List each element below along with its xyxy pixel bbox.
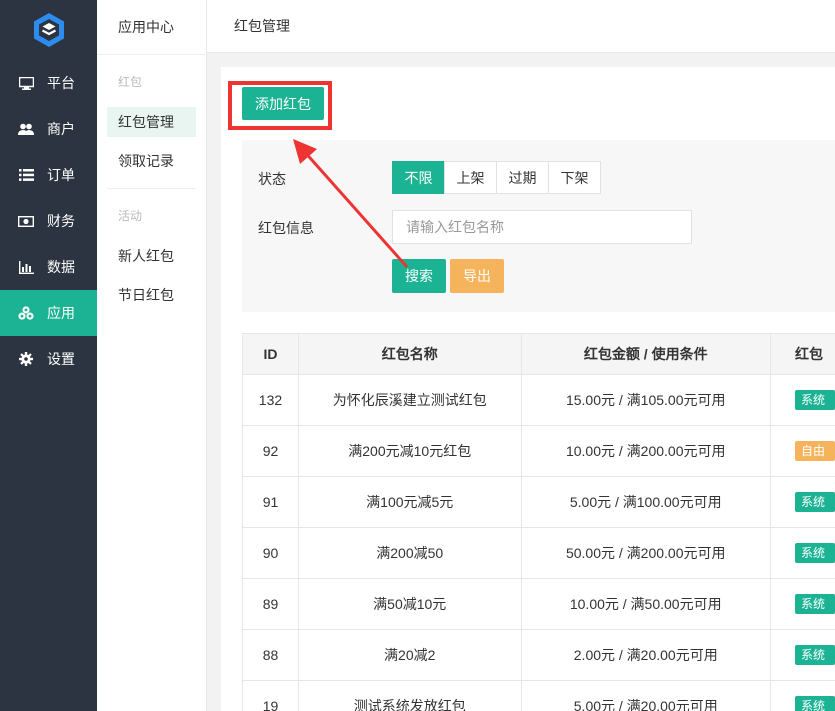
cell-type: 系统 <box>769 476 835 528</box>
annotation-highlight-box <box>228 81 332 130</box>
submenu-title: 应用中心 <box>97 0 206 55</box>
export-button[interactable]: 导出 <box>450 259 504 293</box>
submenu-item-claim-records[interactable]: 领取记录 <box>107 146 196 176</box>
cell-type: 系统 <box>769 680 835 711</box>
cell-amount: 10.00元 / 满50.00元可用 <box>520 578 771 630</box>
sidebar-item-settings[interactable]: 设置 <box>0 336 97 382</box>
header-type: 红包 <box>769 333 835 375</box>
submenu-group-redpacket: 红包 <box>118 74 143 89</box>
sidebar-item-data[interactable]: 数据 <box>0 244 97 290</box>
cell-name: 满200减50 <box>297 527 522 579</box>
cell-amount: 5.00元 / 满20.00元可用 <box>520 680 771 711</box>
monitor-icon <box>18 75 34 91</box>
header-amount: 红包金额 / 使用条件 <box>520 333 771 375</box>
submenu-item-newcomer-redpacket[interactable]: 新人红包 <box>107 241 196 271</box>
type-badge: 系统 <box>794 543 835 563</box>
status-option-on-shelf[interactable]: 上架 <box>444 161 497 194</box>
page-title: 红包管理 <box>234 18 290 34</box>
sidebar-item-label: 订单 <box>47 167 75 183</box>
cell-id: 89 <box>242 578 299 630</box>
cell-id: 88 <box>242 629 299 681</box>
table-row: 90 满200减50 50.00元 / 满200.00元可用 系统 <box>242 527 835 579</box>
cell-type: 系统 <box>769 629 835 681</box>
status-segmented-control: 不限 上架 过期 下架 <box>392 161 601 194</box>
sidebar-item-apps[interactable]: 应用 <box>0 290 97 336</box>
cell-type: 系统 <box>769 578 835 630</box>
table-row: 19 测试系统发放红包 5.00元 / 满20.00元可用系统 <box>242 680 835 711</box>
sidebar-item-label: 应用 <box>47 305 75 321</box>
sidebar-item-label: 设置 <box>47 351 75 367</box>
cell-id: 132 <box>242 374 299 426</box>
cell-type: 自由 <box>769 425 835 477</box>
users-icon <box>18 121 34 137</box>
status-label: 状态 <box>258 171 286 187</box>
table-row: 91 满100元减5元 5.00元 / 满100.00元可用 系统 <box>242 476 835 528</box>
table-row: 89 满50减10元 10.00元 / 满50.00元可用 系统 <box>242 578 835 630</box>
cell-id: 92 <box>242 425 299 477</box>
cell-amount: 10.00元 / 满200.00元可用 <box>520 425 771 477</box>
cell-name: 满20减2 <box>297 629 522 681</box>
header-name: 红包名称 <box>297 333 522 375</box>
search-button[interactable]: 搜索 <box>392 259 446 293</box>
cell-id: 91 <box>242 476 299 528</box>
sidebar-item-label: 财务 <box>47 213 75 229</box>
submenu-item-holiday-redpacket[interactable]: 节日红包 <box>107 280 196 310</box>
table-row: 92 满200元减10元红包 10.00元 / 满200.00元可用 自由 <box>242 425 835 477</box>
sidebar-item-label: 数据 <box>47 259 75 275</box>
type-badge: 系统 <box>794 645 835 665</box>
top-bar: 红包管理 <box>207 0 835 53</box>
gear-icon <box>18 351 34 367</box>
cell-name: 满50减10元 <box>297 578 522 630</box>
submenu-item-redpacket-manage[interactable]: 红包管理 <box>107 107 196 137</box>
type-badge: 系统 <box>794 594 835 614</box>
cell-type: 系统 <box>769 374 835 426</box>
type-badge: 系统 <box>794 696 835 711</box>
money-icon <box>18 213 34 229</box>
cell-id: 90 <box>242 527 299 579</box>
type-badge: 系统 <box>794 492 835 512</box>
status-option-expired[interactable]: 过期 <box>496 161 549 194</box>
status-option-all[interactable]: 不限 <box>392 161 445 194</box>
table-row: 88 满20减2 2.00元 / 满20.00元可用 系统 <box>242 629 835 681</box>
type-badge: 系统 <box>794 390 835 410</box>
sidebar-item-merchant[interactable]: 商户 <box>0 106 97 152</box>
sidebar-item-label: 平台 <box>47 75 75 91</box>
sidebar-item-order[interactable]: 订单 <box>0 152 97 198</box>
status-option-off-shelf[interactable]: 下架 <box>548 161 601 194</box>
table-row: 132 为怀化辰溪建立测试红包 15.00元 / 满105.00元可用 系统 <box>242 374 835 426</box>
logo-icon <box>33 13 64 47</box>
secondary-menu: 应用中心 红包 红包管理 领取记录 活动 新人红包 节日红包 <box>97 0 207 711</box>
cell-type: 系统 <box>769 527 835 579</box>
app-logo[interactable] <box>0 0 97 60</box>
sidebar-item-platform[interactable]: 平台 <box>0 60 97 106</box>
submenu-group-activity: 活动 <box>118 208 143 223</box>
cell-amount: 15.00元 / 满105.00元可用 <box>520 374 771 426</box>
cell-name: 为怀化辰溪建立测试红包 <box>297 374 522 426</box>
filter-form: 状态 不限 上架 过期 下架 红包信息 搜索 导出 <box>242 140 835 312</box>
cell-amount: 50.00元 / 满200.00元可用 <box>520 527 771 579</box>
apps-icon <box>18 305 34 321</box>
main-sidebar: 平台商户订单财务数据应用设置 <box>0 0 97 711</box>
cell-name: 满200元减10元红包 <box>297 425 522 477</box>
type-badge: 自由 <box>794 441 835 461</box>
cell-name: 测试系统发放红包 <box>297 680 522 711</box>
cell-name: 满100元减5元 <box>297 476 522 528</box>
list-icon <box>18 167 34 183</box>
redpacket-table: ID 红包名称 红包金额 / 使用条件 红包 132 为怀化辰溪建立测试红包 15.… <box>242 333 835 711</box>
sidebar-item-label: 商户 <box>47 121 75 137</box>
sidebar-item-finance[interactable]: 财务 <box>0 198 97 244</box>
cell-amount: 5.00元 / 满100.00元可用 <box>520 476 771 528</box>
bar-chart-icon <box>18 259 34 275</box>
header-id: ID <box>242 333 299 375</box>
redpacket-name-input[interactable] <box>392 210 692 244</box>
cell-id: 19 <box>242 680 299 711</box>
table-header-row: ID 红包名称 红包金额 / 使用条件 红包 <box>242 333 835 375</box>
info-label: 红包信息 <box>258 220 314 236</box>
cell-amount: 2.00元 / 满20.00元可用 <box>520 629 771 681</box>
